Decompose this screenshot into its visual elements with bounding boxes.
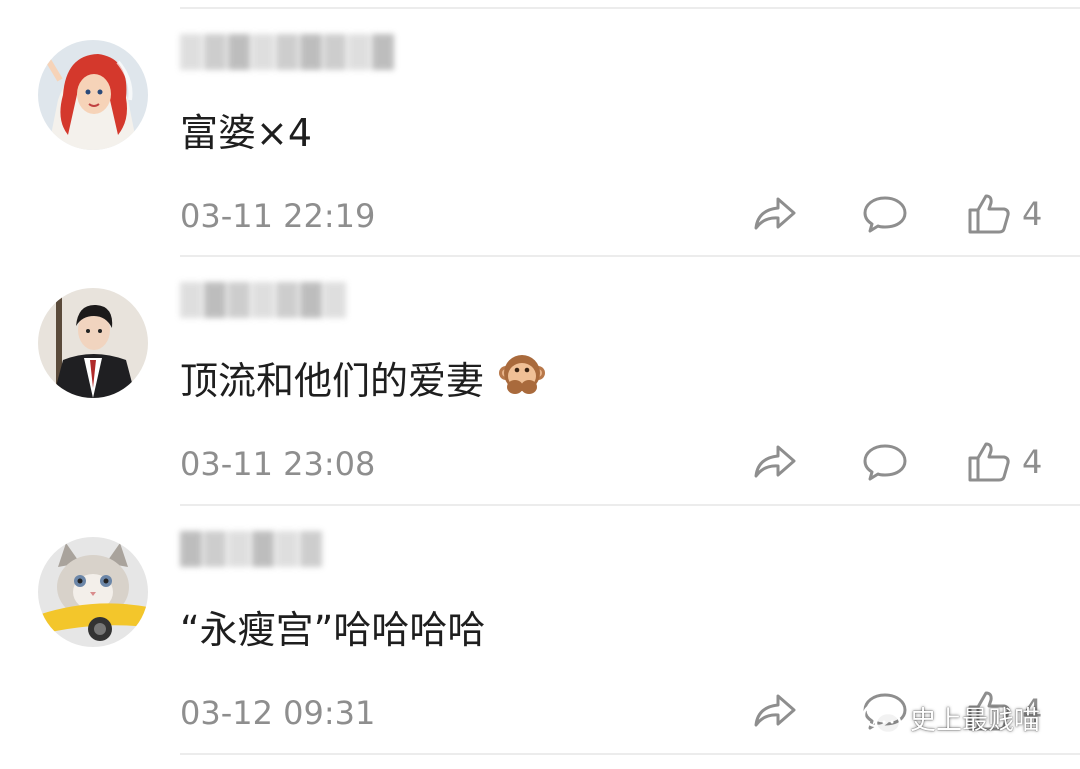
like-button[interactable]: 4 xyxy=(966,190,1042,238)
watermark-text: 史上最贱喵 xyxy=(910,706,1041,736)
comment-text: 顶流和他们的爱妻 xyxy=(180,354,546,411)
username-redacted[interactable] xyxy=(180,282,346,322)
cat-banana-avatar-icon xyxy=(38,537,148,647)
wechat-icon xyxy=(862,702,902,734)
comment-item: 顶流和他们的爱妻 03-11 23:08 4 xyxy=(0,256,1080,504)
comment-bubble-icon xyxy=(863,444,907,481)
like-count: 4 xyxy=(1022,443,1043,481)
comment-item: 富婆×4 03-11 22:19 4 xyxy=(0,8,1080,256)
comment-text-body: 顶流和他们的爱妻 xyxy=(180,359,485,403)
like-button[interactable]: 4 xyxy=(966,438,1042,486)
reply-button[interactable] xyxy=(862,190,908,238)
comment-timestamp: 03-11 23:08 xyxy=(180,445,376,483)
share-button[interactable] xyxy=(752,438,798,486)
comment-bubble-icon xyxy=(863,196,907,233)
share-button[interactable] xyxy=(752,190,798,238)
username-redacted[interactable] xyxy=(180,531,322,571)
comment-timestamp: 03-11 22:19 xyxy=(180,197,376,235)
share-arrow-icon xyxy=(754,445,796,478)
user-avatar[interactable] xyxy=(38,288,148,398)
bottom-divider xyxy=(180,753,1080,755)
share-arrow-icon xyxy=(754,694,796,727)
watermark: 史上最贱喵 xyxy=(862,700,1040,737)
user-avatar[interactable] xyxy=(38,537,148,647)
comment-timestamp: 03-12 09:31 xyxy=(180,694,376,732)
user-avatar[interactable] xyxy=(38,40,148,150)
share-button[interactable] xyxy=(752,687,798,735)
like-count: 4 xyxy=(1022,195,1043,233)
little-mermaid-avatar-icon xyxy=(38,40,148,150)
thumbs-up-icon xyxy=(968,194,1010,234)
thumbs-up-icon xyxy=(968,442,1010,482)
reply-button[interactable] xyxy=(862,438,908,486)
student-boy-avatar-icon xyxy=(38,288,148,398)
share-arrow-icon xyxy=(754,197,796,230)
username-redacted[interactable] xyxy=(180,34,394,74)
comment-text: “永瘦宫”哈哈哈哈 xyxy=(180,608,486,652)
comment-text: 富婆×4 xyxy=(180,111,313,155)
speak-no-evil-monkey-emoji-icon xyxy=(498,351,546,411)
